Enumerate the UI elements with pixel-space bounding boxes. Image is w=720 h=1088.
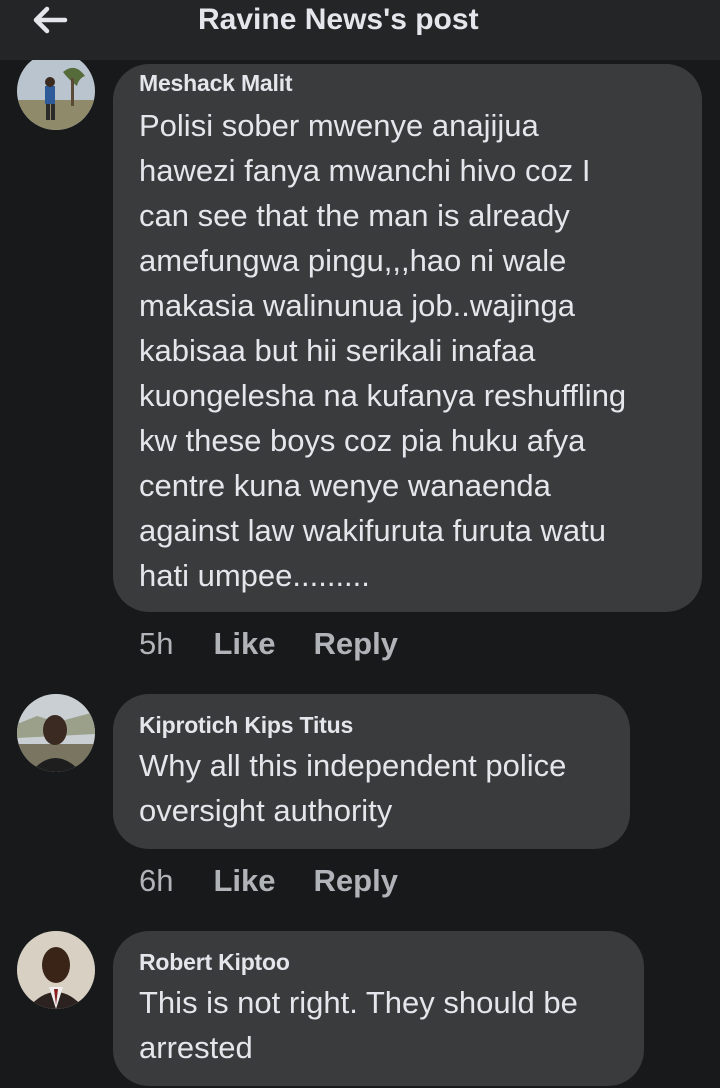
comment-actions: 6h Like Reply [139, 863, 398, 899]
avatar[interactable] [17, 931, 95, 1009]
avatar-photo-icon [17, 931, 95, 1009]
comment-text: This is not right. They should be arrest… [139, 985, 578, 1065]
reply-button[interactable]: Reply [314, 626, 398, 662]
comment-author[interactable]: Meshack Malit [139, 70, 676, 97]
back-button[interactable] [22, 0, 78, 40]
comment-bubble: Kiprotich Kips Titus Why all this indepe… [113, 694, 630, 849]
post-header: Ravine News's post [0, 0, 720, 60]
comment-bubble: Meshack Malit Polisi sober mwenye anajij… [113, 64, 702, 612]
like-button[interactable]: Like [213, 863, 275, 899]
avatar[interactable] [17, 52, 95, 130]
comment-text: Why all this independent police oversigh… [139, 748, 567, 828]
reply-button[interactable]: Reply [314, 863, 398, 899]
comment-timestamp: 5h [139, 626, 174, 661]
avatar[interactable] [17, 694, 95, 772]
comment-author[interactable]: Kiprotich Kips Titus [139, 712, 604, 739]
like-button[interactable]: Like [213, 626, 275, 662]
avatar-photo-icon [17, 694, 95, 772]
comment-actions: 5h Like Reply [139, 626, 398, 662]
comment-text: Polisi sober mwenye anajijua hawezi fany… [139, 108, 627, 593]
comment-author[interactable]: Robert Kiptoo [139, 949, 618, 976]
avatar-photo-icon [17, 52, 95, 130]
arrow-left-icon [33, 6, 68, 34]
comment-timestamp: 6h [139, 863, 174, 898]
comment-bubble: Robert Kiptoo This is not right. They sh… [113, 931, 644, 1086]
page-title: Ravine News's post [198, 3, 479, 36]
